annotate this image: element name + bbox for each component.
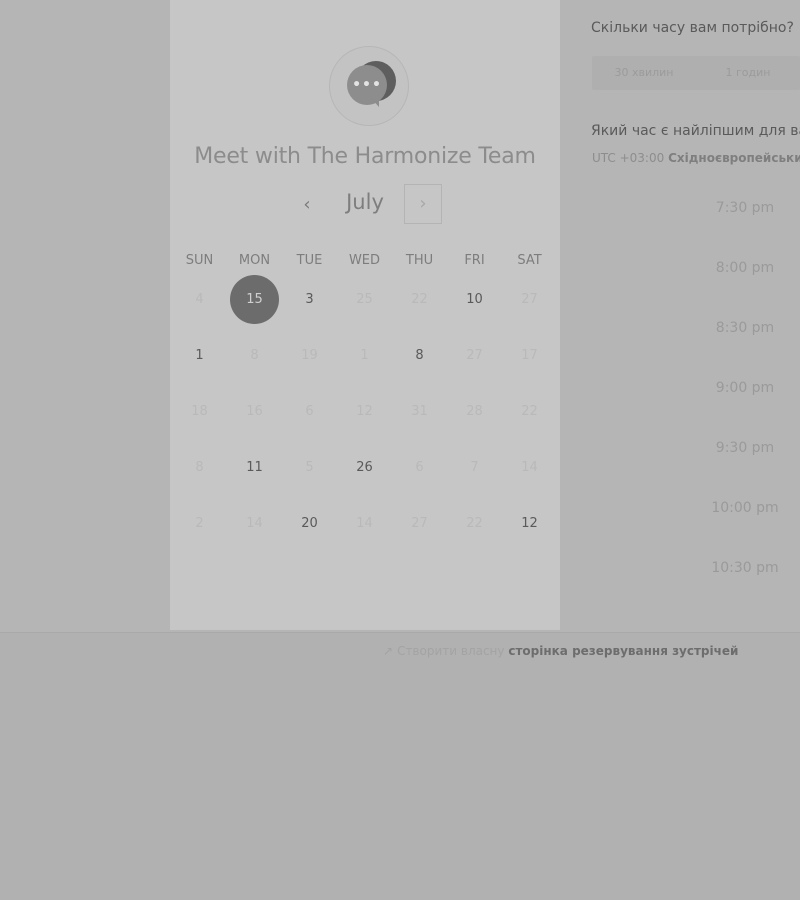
calendar-day[interactable]: 26	[337, 439, 392, 495]
time-slot[interactable]: 10:30 pm	[700, 560, 790, 576]
calendar-day[interactable]: 11	[227, 439, 282, 495]
calendar-day: 14	[356, 515, 373, 531]
time-slot[interactable]: 10:00 pm	[700, 500, 790, 516]
weekday-header: SUN MON TUE WED THU FRI SAT	[172, 253, 558, 273]
calendar-day[interactable]: 3	[282, 271, 337, 327]
duration-option-1hour[interactable]: 1 годин	[696, 56, 800, 90]
arrow-icon: ↗	[383, 644, 394, 658]
calendar-day: 27	[411, 515, 428, 531]
calendar-day: 22	[521, 403, 538, 419]
weekday-label: FRI	[464, 253, 485, 268]
calendar-week: 2 14 20 14 27 22 12	[172, 495, 558, 551]
calendar-day: 8	[250, 347, 259, 363]
duration-question: Скільки часу вам потрібно?	[591, 20, 794, 36]
weekday-label: SUN	[185, 253, 214, 268]
page-title: Meet with The Harmonize Team	[194, 144, 536, 169]
dots-icon: •••	[352, 77, 382, 93]
month-navigation: ‹ July ›	[170, 184, 560, 226]
calendar-day: 18	[191, 403, 208, 419]
time-question: Який час є найліпшим для вас?	[591, 123, 800, 139]
duration-option-30min[interactable]: 30 хвилин	[592, 56, 696, 90]
calendar-day: 17	[521, 347, 538, 363]
calendar-day: 4	[195, 291, 204, 307]
calendar-day[interactable]: 12	[502, 495, 557, 551]
calendar-day: 31	[411, 403, 428, 419]
prev-month-button[interactable]: ‹	[292, 188, 322, 222]
weekday-label: SAT	[517, 253, 542, 268]
calendar-day: 2	[195, 515, 204, 531]
calendar-day: 14	[521, 459, 538, 475]
weekday-label: MON	[238, 253, 271, 268]
weekday-label: THU	[405, 253, 434, 268]
avatar: •••	[329, 46, 409, 126]
calendar-card: ••• Meet with The Harmonize Team ‹ July …	[170, 0, 560, 630]
calendar-day: 25	[356, 291, 373, 307]
calendar-day: 14	[246, 515, 263, 531]
calendar-day: 28	[466, 403, 483, 419]
footer-text-main: сторінка резервування зустрічей	[508, 644, 739, 658]
month-label: July	[346, 190, 384, 214]
calendar-day: 5	[305, 459, 314, 475]
calendar-day[interactable]: 10	[447, 271, 502, 327]
calendar-day: 27	[521, 291, 538, 307]
calendar-day: 12	[356, 403, 373, 419]
duration-selector: 30 хвилин 1 годин	[592, 56, 800, 90]
calendar-week: 18 16 6 12 31 28 22	[172, 383, 558, 439]
calendar-day: 27	[466, 347, 483, 363]
calendar-day: 8	[195, 459, 204, 475]
create-booking-page-link[interactable]: ↗ Створити власну сторінка резервування з…	[383, 644, 738, 658]
time-slot[interactable]: 7:30 pm	[700, 200, 790, 216]
time-slot[interactable]: 8:00 pm	[700, 260, 790, 276]
calendar-week: 4 15 3 25 22 10 27	[172, 271, 558, 327]
calendar-week: 8 11 5 26 6 7 14	[172, 439, 558, 495]
timezone-label[interactable]: UTC +03:00 Східноєвропейський час	[592, 151, 800, 165]
weekday-label: TUE	[296, 253, 323, 268]
calendar-day[interactable]: 8	[392, 327, 447, 383]
calendar-day[interactable]: 20	[282, 495, 337, 551]
time-slot[interactable]: 9:30 pm	[700, 440, 790, 456]
calendar-day[interactable]: 1	[172, 327, 227, 383]
timezone-offset: UTC +03:00	[592, 151, 665, 165]
calendar-day: 6	[415, 459, 424, 475]
selected-day-label: 15	[230, 274, 279, 324]
calendar-week: 1 8 19 1 8 27 17	[172, 327, 558, 383]
weekday-label: WED	[348, 253, 381, 268]
divider	[0, 632, 800, 633]
calendar-day: 16	[246, 403, 263, 419]
calendar-day-selected[interactable]: 15	[227, 271, 282, 327]
calendar-day: 19	[301, 347, 318, 363]
time-slot[interactable]: 9:00 pm	[700, 380, 790, 396]
calendar-day: 22	[411, 291, 428, 307]
time-slot[interactable]: 8:30 pm	[700, 320, 790, 336]
calendar-day: 22	[466, 515, 483, 531]
next-month-button[interactable]: ›	[404, 184, 442, 224]
calendar-grid: 4 15 3 25 22 10 27 1 8 19 1 8 27 17 18 1…	[172, 271, 558, 551]
calendar-day: 7	[470, 459, 479, 475]
footer-text-prefix: Створити власну	[397, 644, 505, 658]
calendar-day: 6	[305, 403, 314, 419]
timezone-name: Східноєвропейський час	[668, 151, 800, 165]
calendar-day: 1	[360, 347, 369, 363]
